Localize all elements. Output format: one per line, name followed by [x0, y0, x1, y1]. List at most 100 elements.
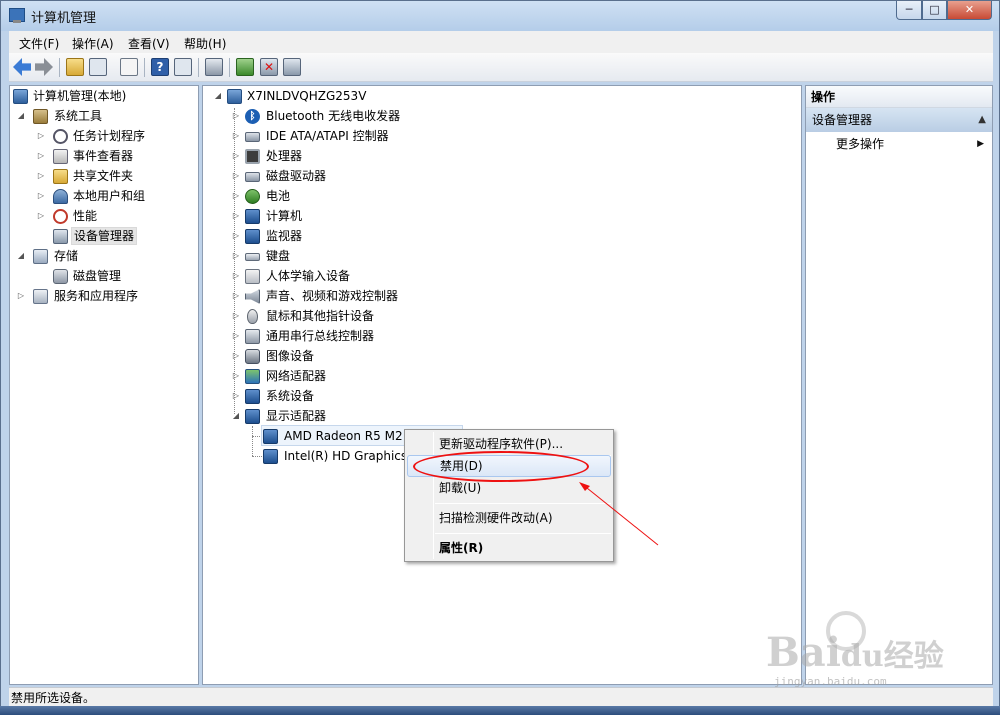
expand-arrow-icon[interactable]: ▷: [36, 167, 46, 185]
forward-icon[interactable]: [35, 58, 53, 76]
help-icon[interactable]: ?: [151, 58, 169, 76]
maximize-button[interactable]: □: [922, 1, 947, 20]
tree-label: 任务计划程序: [73, 129, 146, 143]
disk-management-icon: [53, 269, 68, 284]
expand-arrow-icon[interactable]: ▷: [36, 207, 46, 225]
annotation-arrow: [579, 482, 659, 546]
expand-arrow-icon[interactable]: ▷: [231, 167, 241, 185]
title-bar[interactable]: 计算机管理 ─ □ ✕: [1, 1, 999, 31]
category-label: 系统设备: [266, 389, 315, 403]
taskbar[interactable]: [0, 706, 1000, 715]
expand-arrow-icon[interactable]: ▷: [231, 287, 241, 305]
back-icon[interactable]: [13, 58, 31, 76]
submenu-arrow-icon: ▶: [977, 139, 984, 149]
system-tools-icon: [33, 109, 48, 124]
expand-arrow-icon[interactable]: ▷: [231, 307, 241, 325]
expand-arrow-icon[interactable]: ▷: [231, 107, 241, 125]
category-label: 键盘: [266, 249, 291, 263]
show-hide-action-icon[interactable]: [174, 58, 192, 76]
tree-label: 服务和应用程序: [54, 289, 139, 303]
monitor-icon: [245, 229, 260, 244]
category-label: 磁盘驱动器: [266, 169, 327, 183]
expand-arrow-icon[interactable]: ▷: [36, 147, 46, 165]
speaker-icon: [245, 289, 260, 304]
window-title: 计算机管理: [31, 11, 97, 26]
usb-icon: [245, 329, 260, 344]
computer-management-icon: [9, 8, 25, 23]
display-adapter-icon: [263, 449, 278, 464]
collapse-arrow-icon[interactable]: ◢: [231, 407, 241, 425]
update-driver-icon[interactable]: [236, 58, 254, 76]
category-label: IDE ATA/ATAPI 控制器: [266, 129, 389, 143]
expand-arrow-icon[interactable]: ▷: [231, 227, 241, 245]
toolbar-separator: [59, 58, 60, 77]
expand-arrow-icon[interactable]: ▷: [231, 207, 241, 225]
category-label: 声音、视频和游戏控制器: [266, 289, 399, 303]
tree-label: 磁盘管理: [73, 269, 122, 283]
device-label: AMD Radeon R5 M2: [284, 429, 403, 443]
tree-label: 共享文件夹: [73, 169, 134, 183]
up-folder-icon[interactable]: [66, 58, 84, 76]
collapse-caret-icon[interactable]: ▲: [978, 108, 986, 132]
actions-header: 操作: [806, 86, 992, 108]
menu-file[interactable]: 文件(F): [19, 35, 59, 52]
expand-arrow-icon[interactable]: ▷: [231, 347, 241, 365]
minimize-button[interactable]: ─: [896, 1, 922, 20]
shared-folder-icon: [53, 169, 68, 184]
expand-arrow-icon[interactable]: ▷: [231, 127, 241, 145]
device-tree-pane[interactable]: ◢ X7INLDVQHZG253V ▷ ᛒ Bluetooth 无线电收发器 ▷…: [202, 85, 802, 685]
tree-label: 计算机管理(本地): [33, 89, 127, 103]
event-viewer-icon: [53, 149, 68, 164]
computer-icon: [227, 89, 242, 104]
category-label: 电池: [266, 189, 291, 203]
expand-arrow-icon[interactable]: ▷: [231, 387, 241, 405]
processor-icon: [245, 149, 260, 164]
disable-icon[interactable]: [283, 58, 301, 76]
services-icon: [33, 289, 48, 304]
navigation-tree-pane[interactable]: 计算机管理(本地) ◢ 系统工具 ▷ 任务计划程序 ▷ 事件查看器 ▷ 共享文件…: [9, 85, 199, 685]
expand-arrow-icon[interactable]: ▷: [16, 287, 26, 305]
disk-drive-icon: [245, 172, 260, 182]
more-actions-item[interactable]: 更多操作 ▶: [806, 134, 992, 154]
category-label: 计算机: [266, 209, 303, 223]
toolbar-separator: [198, 58, 199, 77]
keyboard-icon: [245, 253, 260, 261]
close-button[interactable]: ✕: [947, 1, 992, 20]
clock-icon: [53, 129, 68, 144]
collapse-arrow-icon[interactable]: ◢: [213, 87, 223, 105]
camera-icon: [245, 349, 260, 364]
mouse-icon: [247, 309, 258, 324]
expand-arrow-icon[interactable]: ▷: [231, 187, 241, 205]
display-adapter-icon: [263, 429, 278, 444]
category-label: 监视器: [266, 229, 303, 243]
users-icon: [53, 189, 68, 204]
expand-arrow-icon[interactable]: ▷: [231, 247, 241, 265]
collapse-arrow-icon[interactable]: ◢: [16, 107, 26, 125]
ide-controller-icon: [245, 132, 260, 142]
display-adapter-icon: [245, 409, 260, 424]
category-label: 网络适配器: [266, 369, 327, 383]
uninstall-icon[interactable]: ✕: [260, 58, 278, 76]
scan-hardware-icon[interactable]: [205, 58, 223, 76]
menu-action[interactable]: 操作(A): [72, 35, 114, 52]
expand-arrow-icon[interactable]: ▷: [231, 147, 241, 165]
collapse-arrow-icon[interactable]: ◢: [16, 247, 26, 265]
expand-arrow-icon[interactable]: ▷: [231, 267, 241, 285]
menu-help[interactable]: 帮助(H): [184, 35, 226, 52]
expand-arrow-icon[interactable]: ▷: [36, 127, 46, 145]
expand-arrow-icon[interactable]: ▷: [231, 327, 241, 345]
toolbar: ? ✕: [9, 53, 993, 82]
actions-pane: 操作 设备管理器 ▲ 更多操作 ▶: [805, 85, 993, 685]
category-label: 图像设备: [266, 349, 315, 363]
category-label: 鼠标和其他指针设备: [266, 309, 375, 323]
device-label: Intel(R) HD Graphics: [284, 449, 408, 463]
actions-section-device-manager[interactable]: 设备管理器 ▲: [806, 108, 992, 132]
show-hide-tree-icon[interactable]: [89, 58, 107, 76]
expand-arrow-icon[interactable]: ▷: [36, 187, 46, 205]
properties-icon[interactable]: [120, 58, 138, 76]
menu-view[interactable]: 查看(V): [128, 35, 170, 52]
tree-label: 系统工具: [54, 109, 103, 123]
annotation-arrow-line: [581, 483, 659, 546]
expand-arrow-icon[interactable]: ▷: [231, 367, 241, 385]
tree-label: 本地用户和组: [73, 189, 146, 203]
